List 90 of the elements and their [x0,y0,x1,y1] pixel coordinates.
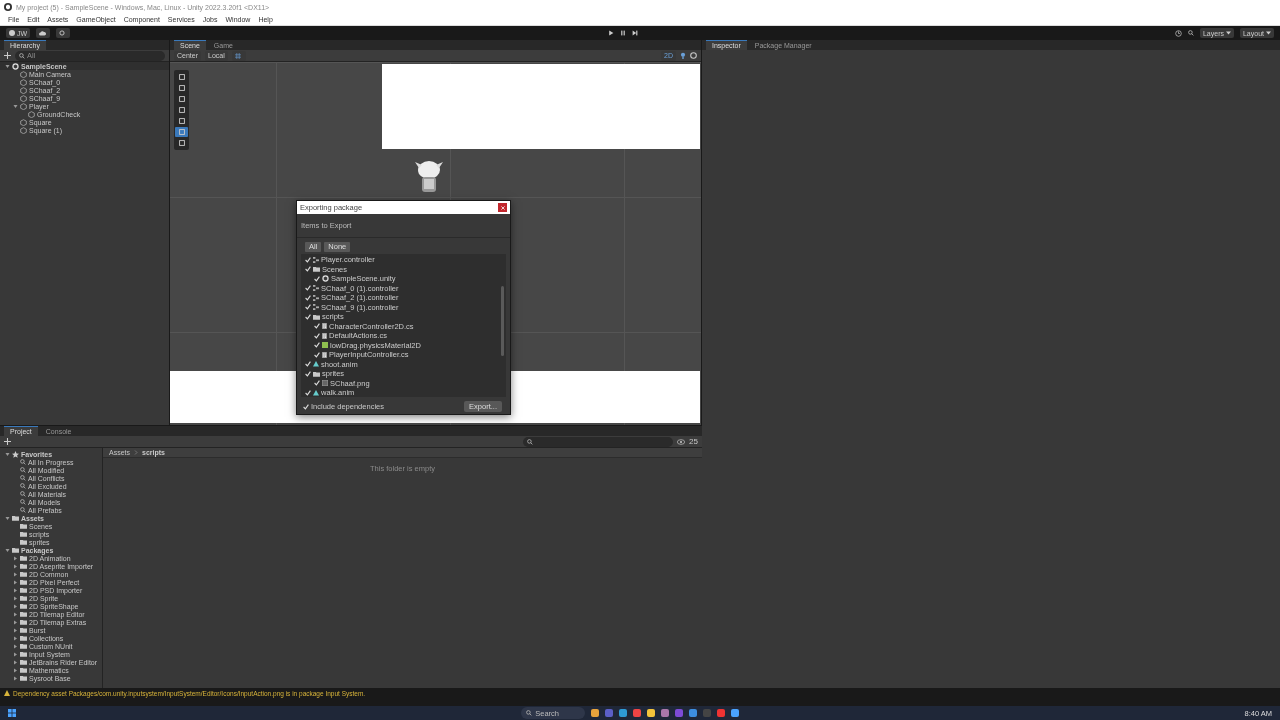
collapsed-arrow-icon[interactable] [12,627,18,633]
image-file-icon [322,380,328,387]
collapsed-arrow-icon[interactable] [12,667,18,673]
checkbox[interactable] [305,313,311,320]
search-icon [527,438,534,445]
checkbox[interactable] [305,266,311,273]
controller-icon [313,304,319,311]
search-icon [20,467,26,473]
checkbox[interactable] [314,351,320,358]
animation-icon [313,389,319,396]
close-icon [500,205,505,210]
tool-button[interactable] [175,127,188,137]
grid-icon [234,52,241,59]
checkbox[interactable] [305,361,311,368]
gizmo-icon[interactable] [690,52,697,59]
history-icon[interactable] [1174,29,1182,37]
search-icon [526,710,533,716]
collapsed-arrow-icon[interactable] [12,675,18,681]
controller-icon [313,285,319,292]
cloud-icon [39,30,47,36]
checkbox[interactable] [314,323,320,330]
close-button[interactable] [498,203,507,212]
search-icon [20,507,26,513]
collapsed-arrow-icon[interactable] [12,563,18,569]
add-icon[interactable] [4,438,11,445]
grid-button[interactable] [231,50,246,61]
collapsed-arrow-icon[interactable] [12,619,18,625]
checkbox[interactable] [303,403,309,410]
collapsed-arrow-icon[interactable] [12,587,18,593]
expanded-arrow-icon[interactable] [4,451,10,457]
character-sprite-drawing [413,160,445,194]
search-icon [20,483,26,489]
checkbox[interactable] [305,304,311,311]
checkbox[interactable] [305,389,311,396]
settings-icon [59,30,66,36]
checkbox[interactable] [314,275,320,282]
expanded-arrow-icon[interactable] [4,547,10,553]
controller-icon [313,294,319,301]
script-file-icon [322,332,327,339]
collapsed-arrow-icon[interactable] [12,651,18,657]
checkbox[interactable] [314,332,320,339]
script-file-icon [322,351,327,358]
start-icon[interactable] [8,709,16,717]
light-icon[interactable] [680,52,686,59]
caret-icon [1225,31,1231,35]
checkbox[interactable] [305,256,311,263]
folder-icon [313,370,320,377]
search-icon [19,52,25,59]
collapsed-arrow-icon[interactable] [12,659,18,665]
settings-button[interactable] [56,28,71,38]
collapsed-arrow-icon[interactable] [12,595,18,601]
star-icon [12,450,19,458]
play-icon[interactable] [607,30,614,36]
add-icon[interactable] [4,52,11,59]
material-icon [322,342,328,349]
step-icon[interactable] [631,30,638,36]
pause-icon[interactable] [619,30,626,36]
folder-icon [313,313,320,320]
avatar-icon [9,30,15,36]
collapsed-arrow-icon[interactable] [12,571,18,577]
eye-icon[interactable] [677,438,686,445]
expanded-arrow-icon[interactable] [4,515,10,521]
search-icon [20,475,26,481]
controller-icon [313,256,319,263]
checkbox[interactable] [305,370,311,377]
search-icon [20,491,26,497]
collapsed-arrow-icon[interactable] [12,579,18,585]
scrollbar-thumb[interactable] [501,286,504,356]
checkbox[interactable] [305,285,311,292]
expanded-arrow-icon[interactable] [4,63,10,69]
checkbox[interactable] [314,380,320,387]
expanded-arrow-icon[interactable] [12,103,18,109]
caret-icon [1266,31,1271,35]
checkbox[interactable] [314,342,320,349]
collapsed-arrow-icon[interactable] [12,611,18,617]
collapsed-arrow-icon[interactable] [12,555,18,561]
collapsed-arrow-icon[interactable] [12,635,18,641]
search-icon [20,459,26,465]
script-file-icon [322,323,327,330]
cloud-button[interactable] [36,28,51,38]
search-icon [20,499,26,505]
warning-icon [4,690,10,696]
collapsed-arrow-icon[interactable] [12,603,18,609]
checkbox[interactable] [305,294,311,301]
search-icon [1187,30,1194,36]
search-field[interactable] [523,436,674,447]
folder-icon [313,266,320,273]
hidden-count: 25 [689,437,698,446]
collapsed-arrow-icon[interactable] [12,643,18,649]
animation-icon [313,361,319,368]
